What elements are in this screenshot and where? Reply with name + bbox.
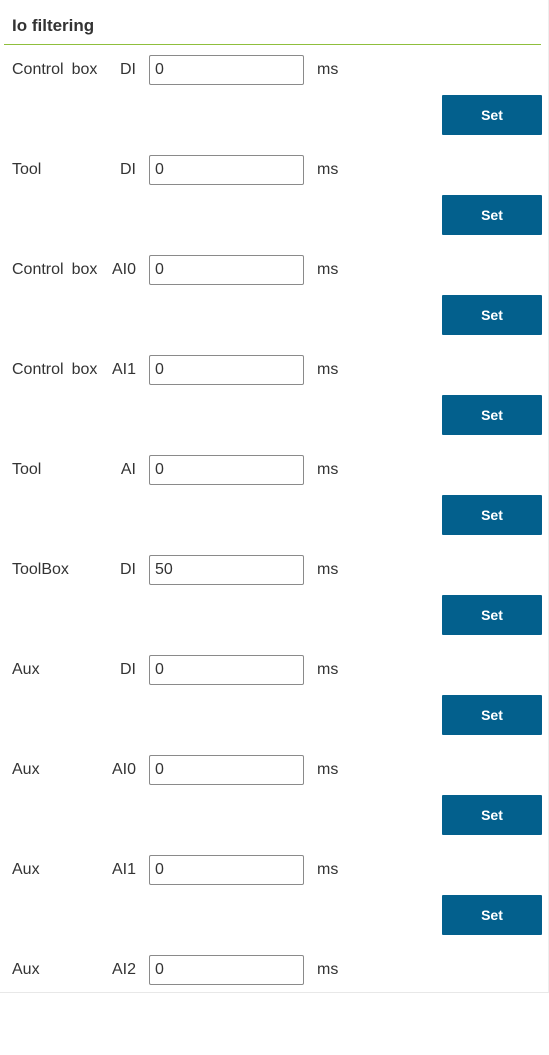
filter-channel-label: DI: [120, 661, 136, 678]
filter-time-input[interactable]: [149, 55, 304, 85]
filter-row: Control box AI1 ms Set: [0, 355, 549, 455]
filter-group-word: ToolBox: [12, 561, 69, 578]
set-button[interactable]: Set: [442, 895, 542, 935]
unit-label: ms: [317, 261, 339, 278]
filter-row: Tool DI ms Set: [0, 155, 549, 255]
set-button[interactable]: Set: [442, 695, 542, 735]
filter-channel-label: AI: [120, 461, 136, 478]
filter-label: Aux AI0: [12, 761, 142, 779]
filter-row: Aux AI1 ms Set: [0, 855, 549, 955]
filter-time-input[interactable]: [149, 555, 304, 585]
unit-label: ms: [317, 161, 339, 178]
filter-group-word: Aux: [12, 661, 40, 678]
filter-group-word: box: [71, 361, 98, 378]
filter-group-label: Tool: [12, 461, 41, 479]
filter-group-word: Aux: [12, 861, 40, 878]
title-divider: [4, 44, 541, 45]
filter-label: Tool AI: [12, 461, 142, 479]
section-title: Io filtering: [12, 16, 95, 35]
filter-time-input[interactable]: [149, 455, 304, 485]
set-button[interactable]: Set: [442, 95, 542, 135]
filter-time-input[interactable]: [149, 255, 304, 285]
filter-rows: Control box DI ms Set Tool DI ms Set Control box AI…: [0, 55, 549, 1055]
filter-time-input[interactable]: [149, 855, 304, 885]
unit-label: ms: [317, 61, 339, 78]
filter-group-word: Tool: [12, 461, 42, 478]
filter-row: Aux AI0 ms Set: [0, 755, 549, 855]
filter-time-input[interactable]: [149, 955, 304, 985]
filter-group-word: Aux: [12, 761, 40, 778]
filter-group-word: Control: [12, 261, 64, 278]
filter-row: Aux DI ms Set: [0, 655, 549, 755]
filter-channel-label: AI1: [111, 361, 136, 378]
filter-time-input[interactable]: [149, 155, 304, 185]
filter-group-word: Control: [12, 61, 64, 78]
set-button[interactable]: Set: [442, 595, 542, 635]
filter-channel-label: AI1: [111, 861, 136, 878]
filter-group-label: Control box: [12, 261, 97, 279]
filter-time-input[interactable]: [149, 355, 304, 385]
filter-group-label: Tool: [12, 161, 41, 179]
unit-label: ms: [317, 561, 339, 578]
filter-group-word: box: [71, 61, 98, 78]
filter-group-label: Aux: [12, 761, 40, 779]
filter-label: Control box DI: [12, 61, 142, 79]
unit-label: ms: [317, 861, 339, 878]
filter-label: Aux AI1: [12, 861, 142, 879]
filter-channel-label: AI0: [111, 261, 136, 278]
set-button[interactable]: Set: [442, 195, 542, 235]
filter-label: Control box AI1: [12, 361, 142, 379]
set-button[interactable]: Set: [442, 795, 542, 835]
filter-label: Tool DI: [12, 161, 142, 179]
filter-label: Control box AI0: [12, 261, 142, 279]
filter-group-word: box: [71, 261, 98, 278]
filter-label: Aux DI: [12, 661, 142, 679]
filter-channel-label: DI: [120, 161, 136, 178]
filter-label: Aux AI2: [12, 961, 142, 979]
filter-row: Control box DI ms Set: [0, 55, 549, 155]
filter-channel-label: DI: [120, 561, 136, 578]
filter-row: Control box AI0 ms Set: [0, 255, 549, 355]
io-filtering-panel: Io filtering Control box DI ms Set Tool DI ms Se…: [0, 0, 549, 993]
unit-label: ms: [317, 961, 339, 978]
set-button[interactable]: Set: [442, 495, 542, 535]
filter-group-label: Control box: [12, 61, 97, 79]
filter-row: Aux AI2 ms: [0, 955, 549, 1055]
unit-label: ms: [317, 461, 339, 478]
set-button[interactable]: Set: [442, 295, 542, 335]
filter-group-word: Aux: [12, 961, 40, 978]
filter-group-label: Aux: [12, 861, 40, 879]
filter-group-label: ToolBox: [12, 561, 69, 579]
filter-group-label: Control box: [12, 361, 97, 379]
unit-label: ms: [317, 661, 339, 678]
filter-row: ToolBox DI ms Set: [0, 555, 549, 655]
filter-channel-label: DI: [120, 61, 136, 78]
unit-label: ms: [317, 361, 339, 378]
filter-group-label: Aux: [12, 961, 40, 979]
filter-time-input[interactable]: [149, 755, 304, 785]
filter-row: Tool AI ms Set: [0, 455, 549, 555]
unit-label: ms: [317, 761, 339, 778]
filter-group-label: Aux: [12, 661, 40, 679]
filter-group-word: Tool: [12, 161, 42, 178]
filter-channel-label: AI2: [111, 961, 136, 978]
filter-channel-label: AI0: [111, 761, 136, 778]
filter-time-input[interactable]: [149, 655, 304, 685]
set-button[interactable]: Set: [442, 395, 542, 435]
filter-label: ToolBox DI: [12, 561, 142, 579]
filter-group-word: Control: [12, 361, 64, 378]
